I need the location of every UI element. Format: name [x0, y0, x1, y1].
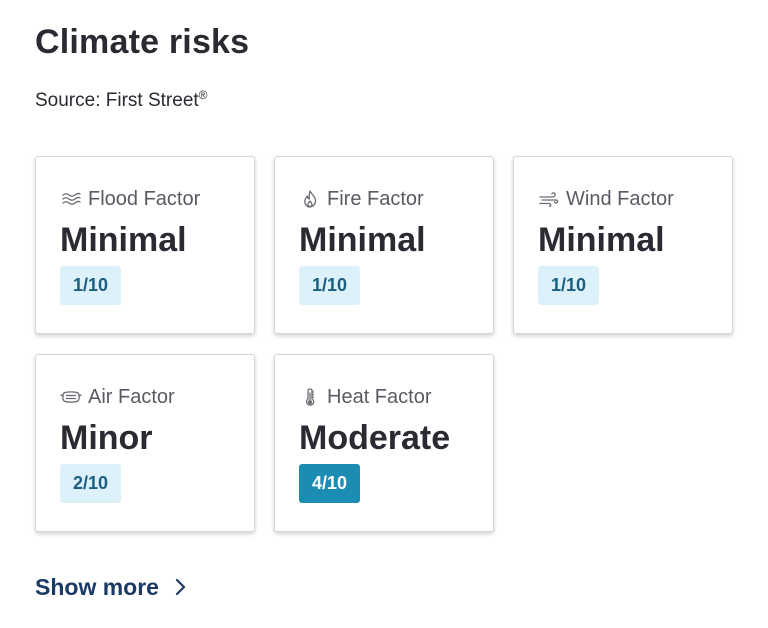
registered-mark: ® — [198, 88, 208, 102]
factor-name: Heat Factor — [327, 386, 432, 408]
card-header: Wind Factor — [538, 186, 732, 212]
card-header: Air Factor — [60, 384, 254, 410]
climate-factor-grid: Flood Factor Minimal 1/10 Fire Factor Mi… — [35, 156, 735, 532]
factor-level: Minor — [60, 419, 153, 457]
air-factor-card[interactable]: Air Factor Minor 2/10 — [35, 354, 255, 532]
page-title: Climate risks — [35, 23, 250, 61]
heat-factor-card[interactable]: Heat Factor Moderate 4/10 — [274, 354, 494, 532]
factor-level: Minimal — [60, 221, 187, 259]
air-icon — [60, 386, 82, 408]
chevron-right-icon — [173, 576, 187, 598]
factor-name: Flood Factor — [88, 188, 201, 210]
card-header: Flood Factor — [60, 186, 254, 212]
wind-icon — [538, 188, 560, 210]
factor-level: Minimal — [299, 221, 426, 259]
card-header: Heat Factor — [299, 384, 493, 410]
factor-score-badge: 2/10 — [60, 464, 122, 503]
factor-name: Wind Factor — [566, 188, 674, 210]
show-more-label: Show more — [35, 574, 159, 600]
source-text: Source: First Street — [35, 90, 199, 111]
source-line: Source: First Street® — [35, 89, 208, 113]
card-header: Fire Factor — [299, 186, 493, 212]
flood-factor-card[interactable]: Flood Factor Minimal 1/10 — [35, 156, 255, 334]
factor-score-badge: 1/10 — [299, 266, 361, 305]
fire-icon — [299, 188, 321, 210]
factor-score-badge: 4/10 — [299, 464, 361, 503]
wind-factor-card[interactable]: Wind Factor Minimal 1/10 — [513, 156, 733, 334]
factor-name: Fire Factor — [327, 188, 424, 210]
factor-level: Minimal — [538, 221, 665, 259]
factor-level: Moderate — [299, 419, 451, 457]
factor-name: Air Factor — [88, 386, 175, 408]
flood-icon — [60, 188, 82, 210]
factor-score-badge: 1/10 — [60, 266, 122, 305]
fire-factor-card[interactable]: Fire Factor Minimal 1/10 — [274, 156, 494, 334]
heat-icon — [299, 386, 321, 408]
factor-score-badge: 1/10 — [538, 266, 600, 305]
show-more-link[interactable]: Show more — [35, 573, 187, 601]
